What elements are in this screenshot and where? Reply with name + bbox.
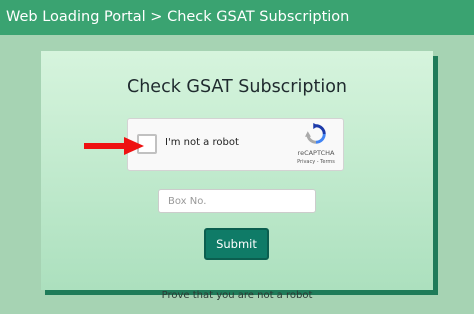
- box-number-input[interactable]: [158, 189, 316, 213]
- breadcrumb: Web Loading Portal > Check GSAT Subscrip…: [0, 0, 474, 35]
- page-title: Check GSAT Subscription: [127, 77, 347, 97]
- red-arrow-icon: [84, 137, 144, 155]
- submit-button[interactable]: Submit: [204, 228, 269, 260]
- not-robot-label: I'm not a robot: [165, 137, 239, 148]
- recaptcha-brand: reCAPTCHA: [297, 149, 335, 157]
- recaptcha-privacy-terms-link[interactable]: Privacy - Terms: [286, 159, 346, 165]
- recaptcha-widget: I'm not a robot reCAPTCHA Privacy - Term…: [127, 118, 344, 171]
- robot-check-note: Prove that you are not a robot: [161, 290, 313, 301]
- recaptcha-logo-icon: [305, 123, 326, 144]
